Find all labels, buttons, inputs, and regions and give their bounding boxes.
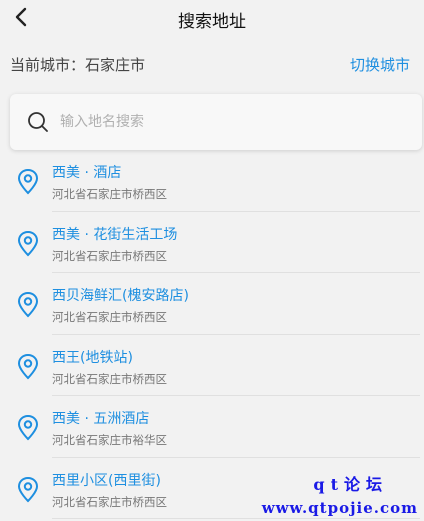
result-address: 河北省石家庄市桥西区: [52, 494, 167, 509]
result-address: 河北省石家庄市桥西区: [52, 248, 167, 263]
result-item[interactable]: 西美 · 花街生活工场 河北省石家庄市桥西区: [0, 212, 424, 273]
location-pin-icon: [17, 414, 39, 441]
location-pin-icon: [17, 353, 39, 379]
result-name: 西美 · 酒店: [52, 165, 122, 181]
search-icon: [28, 112, 48, 132]
result-address: 河北省石家庄市桥西区: [52, 371, 167, 386]
page-title: 搜索地址: [178, 12, 246, 32]
watermark-title: qt论坛: [313, 475, 388, 494]
search-results-list: 西美 · 酒店 河北省石家庄市桥西区 西美 · 花街生活工场 河北省石家庄市桥西区 西贝…: [0, 150, 424, 519]
search-input[interactable]: [60, 110, 400, 134]
result-name: 西贝海鲜汇(槐安路店): [52, 288, 189, 304]
switch-city-button[interactable]: 切换城市: [350, 54, 410, 75]
result-address: 河北省石家庄市桥西区: [52, 187, 167, 201]
result-item[interactable]: 西美 · 酒店河北省石家庄市桥西区: [0, 150, 424, 212]
result-item[interactable]: 西美 · 五洲酒店河北省石家庄市裕华区: [0, 396, 424, 458]
current-city-label: 当前城市：石家庄市: [10, 56, 146, 74]
current-city-row: 当前城市：石家庄市 切换城市: [0, 50, 424, 80]
location-pin-icon: [17, 291, 39, 318]
result-name: 西里小区(西里街): [52, 472, 161, 489]
result-address: 河北省石家庄市裕华区: [52, 433, 167, 447]
result-item[interactable]: 西王(地铁站) 河北省石家庄市桥西区: [0, 335, 424, 396]
watermark: qt论坛 www.qtpojie.com: [262, 471, 418, 517]
divider: [52, 518, 420, 519]
result-name: 西王(地铁站): [52, 349, 133, 366]
result-name: 西美 · 五洲酒店: [52, 411, 150, 427]
watermark-url: www.qtpojie.com: [261, 499, 418, 517]
location-pin-icon: [17, 168, 39, 195]
search-box[interactable]: [10, 94, 422, 150]
location-pin-icon: [17, 476, 39, 502]
result-address: 河北省石家庄市桥西区: [52, 310, 167, 324]
location-pin-icon: [17, 230, 39, 256]
result-item[interactable]: 西贝海鲜汇(槐安路店) 河北省石家庄市桥西区: [0, 273, 424, 335]
header-bar: 搜索地址: [0, 0, 424, 36]
result-name: 西美 · 花街生活工场: [52, 226, 178, 243]
